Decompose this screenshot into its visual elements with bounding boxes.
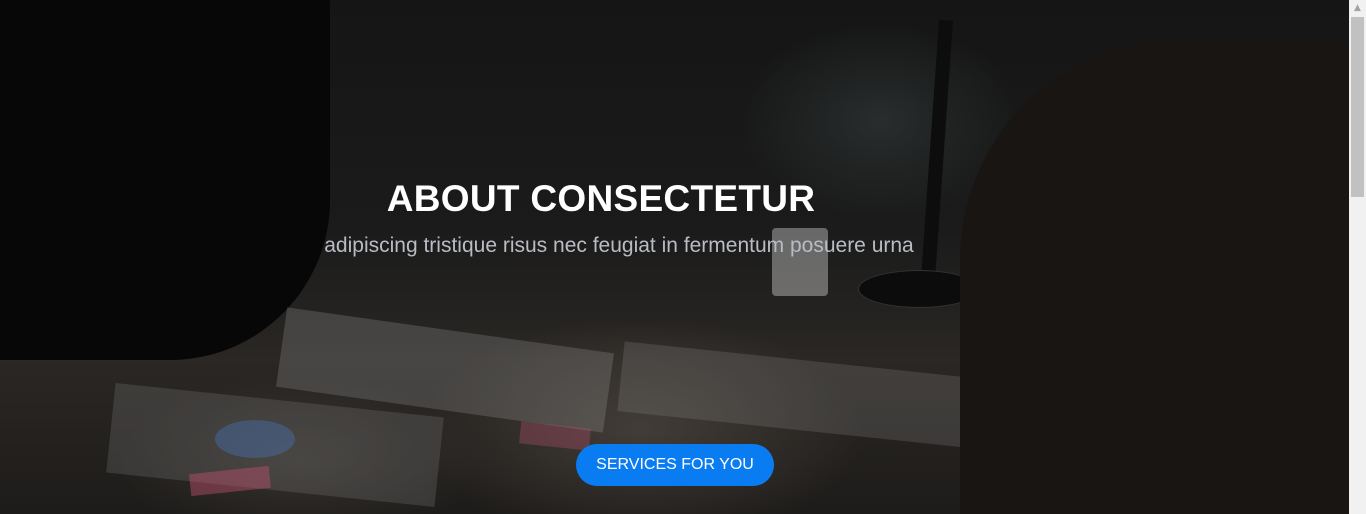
- hero-title: ABOUT CONSECTETUR: [386, 178, 816, 219]
- hero-subtitle: adipiscing tristique risus nec feugiat i…: [324, 234, 914, 257]
- scrollbar-thumb[interactable]: [1351, 17, 1364, 197]
- page-scrollbar[interactable]: ▲: [1349, 0, 1366, 514]
- scroll-up-arrow-icon[interactable]: ▲: [1349, 0, 1366, 17]
- hero-content: ABOUT CONSECTETUR adipiscing tristique r…: [0, 0, 1349, 514]
- services-button[interactable]: SERVICES FOR YOU: [576, 444, 774, 486]
